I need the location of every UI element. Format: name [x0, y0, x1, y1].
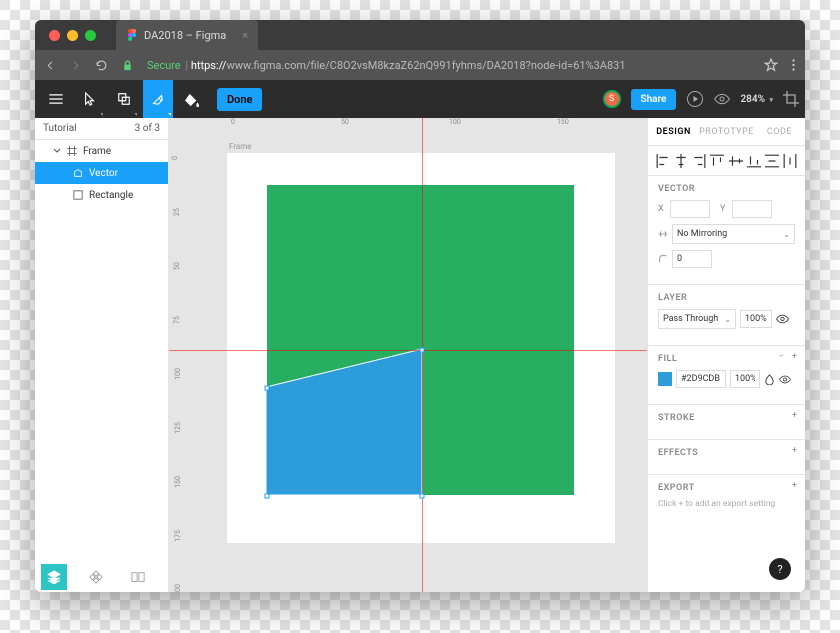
library-tab-button[interactable] — [125, 564, 151, 590]
align-right-icon[interactable] — [692, 154, 706, 168]
zoom-window-dot[interactable] — [85, 30, 96, 41]
figma-logo-icon — [126, 29, 138, 41]
align-left-icon[interactable] — [656, 154, 670, 168]
eye-icon[interactable] — [776, 314, 789, 324]
guide-vertical — [422, 118, 423, 592]
reload-icon[interactable] — [95, 59, 108, 72]
chevron-down-icon — [53, 147, 61, 155]
kebab-icon[interactable] — [792, 58, 795, 72]
align-hcenter-icon[interactable] — [674, 154, 688, 168]
menu-button[interactable] — [41, 80, 71, 118]
browser-tab[interactable]: DA2018 – Figma × — [116, 20, 258, 50]
mirroring-select[interactable]: No Mirroring⌄ — [672, 224, 795, 244]
url-field[interactable]: Secure | https://www.figma.com/file/C8O2… — [147, 59, 750, 72]
blend-icon[interactable] — [764, 374, 775, 385]
fill-opacity-input[interactable] — [730, 370, 760, 388]
forward-icon[interactable] — [70, 60, 81, 71]
address-bar: Secure | https://www.figma.com/file/C8O2… — [35, 50, 805, 80]
vector-handle[interactable] — [265, 386, 270, 391]
layer-frame[interactable]: Frame — [35, 140, 168, 162]
minus-icon[interactable]: − — [779, 352, 784, 362]
tab-prototype[interactable]: PROTOTYPE — [699, 118, 754, 145]
frame-label[interactable]: Frame — [229, 142, 251, 151]
blend-select[interactable]: Pass Through⌄ — [658, 309, 736, 329]
align-bottom-icon[interactable] — [747, 154, 761, 168]
layers-panel: Tutorial 3 of 3 Frame Vector Rectangle — [35, 118, 169, 592]
layer-vector[interactable]: Vector — [35, 162, 168, 184]
crop-icon[interactable] — [783, 91, 799, 107]
rectangle-icon — [73, 190, 83, 200]
layer-rectangle[interactable]: Rectangle — [35, 184, 168, 206]
vector-handle[interactable] — [265, 494, 270, 499]
vector-handle[interactable] — [420, 348, 425, 353]
ruler-horizontal: 0 50 100 150 200 — [187, 118, 647, 136]
vector-handle[interactable] — [420, 494, 425, 499]
lock-icon — [122, 60, 133, 71]
plus-icon[interactable]: + — [792, 446, 797, 456]
plus-icon[interactable]: + — [792, 352, 797, 362]
x-input[interactable] — [670, 200, 710, 218]
zoom-level[interactable]: 284% ▾ — [740, 94, 773, 105]
align-top-icon[interactable] — [710, 154, 724, 168]
guide-horizontal — [169, 350, 647, 351]
export-section: EXPORT + Click + to add an export settin… — [648, 475, 805, 519]
help-button[interactable]: ? — [769, 558, 791, 580]
close-window-dot[interactable] — [49, 30, 60, 41]
corner-input[interactable] — [672, 250, 712, 268]
browser-tabstrip: DA2018 – Figma × — [35, 20, 805, 50]
corner-icon — [658, 254, 668, 264]
tab-title: DA2018 – Figma — [144, 29, 226, 42]
inspect-panel: DESIGN PROTOTYPE CODE VECTOR X Y — [647, 118, 805, 592]
tab-code[interactable]: CODE — [754, 118, 805, 145]
export-hint: Click + to add an export setting — [658, 499, 795, 509]
layers-header: Tutorial 3 of 3 — [35, 118, 168, 140]
fill-swatch[interactable] — [658, 372, 672, 386]
layer-opacity-input[interactable] — [740, 310, 772, 328]
shapes-tool[interactable] — [109, 80, 139, 118]
canvas[interactable]: 0 50 100 150 200 0 25 50 75 100 125 150 … — [169, 118, 647, 592]
vector-section: VECTOR X Y No Mirroring⌄ — [648, 176, 805, 285]
mirror-icon — [658, 229, 668, 239]
share-button[interactable]: Share — [631, 89, 677, 110]
align-vcenter-icon[interactable] — [729, 154, 743, 168]
ruler-vertical: 0 25 50 75 100 125 150 175 200 — [169, 136, 187, 592]
minimize-window-dot[interactable] — [67, 30, 78, 41]
eye-icon[interactable] — [779, 375, 791, 384]
fill-section: FILL −+ — [648, 346, 805, 405]
align-toolbar — [648, 146, 805, 176]
vector-icon — [73, 168, 83, 178]
distribute-h-icon[interactable] — [783, 154, 797, 168]
user-avatar[interactable]: S — [603, 90, 621, 108]
window-controls — [35, 30, 110, 41]
y-input[interactable] — [732, 200, 772, 218]
move-tool[interactable] — [75, 80, 105, 118]
visibility-icon[interactable] — [714, 93, 730, 105]
layers-tab-button[interactable] — [41, 564, 67, 590]
star-icon[interactable] — [764, 58, 778, 72]
vector-shape[interactable] — [266, 349, 424, 497]
plus-icon[interactable]: + — [792, 411, 797, 421]
frame-icon — [67, 146, 77, 156]
present-icon[interactable] — [686, 90, 704, 108]
layer-section: LAYER Pass Through⌄ — [648, 285, 805, 346]
back-icon[interactable] — [45, 60, 56, 71]
stroke-section: STROKE + — [648, 405, 805, 440]
paint-bucket-tool[interactable] — [177, 80, 207, 118]
pen-tool[interactable] — [143, 80, 173, 118]
effects-section: EFFECTS + — [648, 440, 805, 475]
distribute-v-icon[interactable] — [765, 154, 779, 168]
figma-toolbar: Done S Share 284% ▾ — [35, 80, 805, 118]
done-button[interactable]: Done — [217, 88, 262, 111]
components-tab-button[interactable] — [83, 564, 109, 590]
fill-hex-input[interactable] — [676, 370, 726, 388]
inspect-tabs: DESIGN PROTOTYPE CODE — [648, 118, 805, 146]
plus-icon[interactable]: + — [792, 481, 797, 491]
close-tab-icon[interactable]: × — [242, 29, 248, 42]
tab-design[interactable]: DESIGN — [648, 118, 699, 145]
